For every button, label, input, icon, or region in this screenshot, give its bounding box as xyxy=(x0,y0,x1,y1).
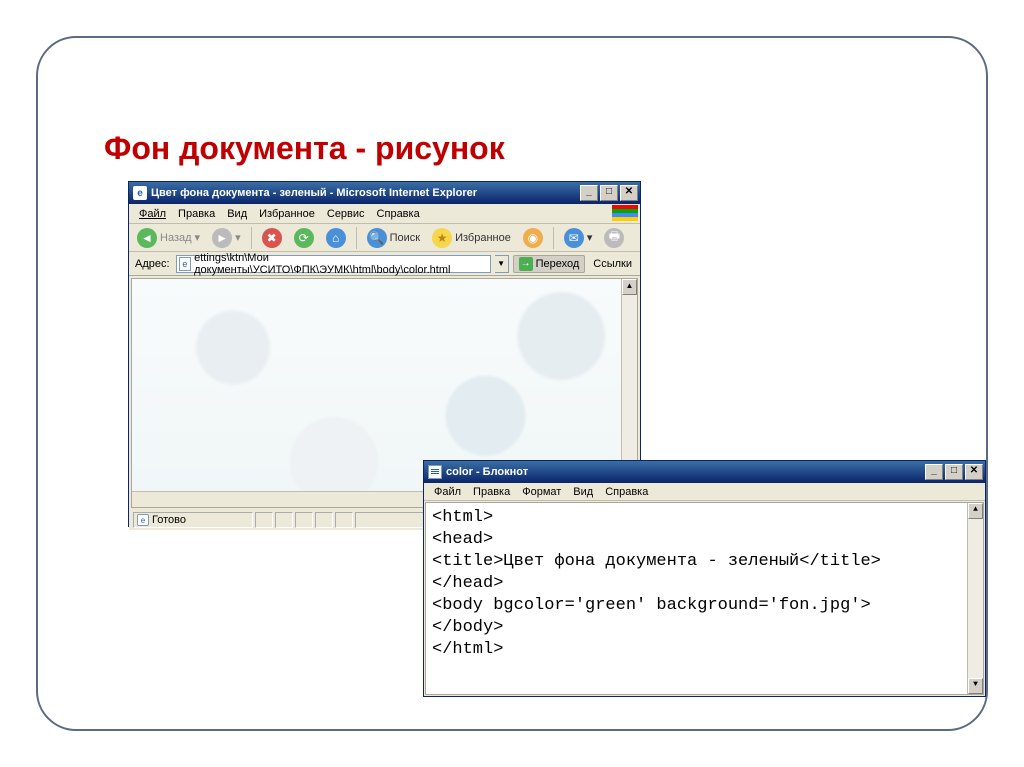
ie-title-text: Цвет фона документа - зеленый - Microsof… xyxy=(151,187,580,199)
print-button[interactable]: 🖶 xyxy=(600,226,628,250)
links-label[interactable]: Ссылки xyxy=(589,258,636,270)
favorites-button[interactable]: ★Избранное xyxy=(428,226,515,250)
ie-titlebar[interactable]: e Цвет фона документа - зеленый - Micros… xyxy=(129,182,640,204)
address-bar: Адрес: e ettings\ktn\Мои документы\УСИТО… xyxy=(129,252,640,276)
minimize-button[interactable]: _ xyxy=(925,464,943,480)
status-cell xyxy=(315,512,333,528)
windows-flag-icon xyxy=(612,205,638,221)
close-button[interactable]: ✕ xyxy=(620,185,638,201)
status-cell xyxy=(335,512,353,528)
maximize-button[interactable]: □ xyxy=(945,464,963,480)
mail-icon: ✉ xyxy=(564,228,584,248)
maximize-button[interactable]: □ xyxy=(600,185,618,201)
search-button[interactable]: 🔍Поиск xyxy=(363,226,424,250)
go-arrow-icon: → xyxy=(519,257,533,271)
notepad-menubar: Файл Правка Формат Вид Справка xyxy=(424,483,985,501)
address-label: Адрес: xyxy=(133,258,172,270)
scroll-up-icon[interactable]: ▲ xyxy=(622,279,637,295)
close-button[interactable]: ✕ xyxy=(965,464,983,480)
np-menu-file[interactable]: Файл xyxy=(428,485,467,499)
toolbar-separator xyxy=(356,227,357,249)
document-icon xyxy=(428,465,442,479)
ie-menubar: Файл Правка Вид Избранное Сервис Справка xyxy=(129,204,640,224)
menu-help[interactable]: Справка xyxy=(371,206,426,222)
np-menu-help[interactable]: Справка xyxy=(599,485,654,499)
toolbar-separator xyxy=(251,227,252,249)
home-icon: ⌂ xyxy=(326,228,346,248)
ie-page-icon: e xyxy=(179,257,192,271)
slide-title: Фон документа - рисунок xyxy=(104,130,505,167)
np-menu-format[interactable]: Формат xyxy=(516,485,567,499)
go-button[interactable]: → Переход xyxy=(513,255,586,273)
ie-toolbar: ◄Назад ▾ ► ▾ ✖ ⟳ ⌂ 🔍Поиск ★Избранное ◉ ✉… xyxy=(129,224,640,252)
notepad-text-area[interactable]: <html> <head> <title>Цвет фона документа… xyxy=(425,502,984,695)
refresh-icon: ⟳ xyxy=(294,228,314,248)
toolbar-separator xyxy=(553,227,554,249)
stop-icon: ✖ xyxy=(262,228,282,248)
status-text: Готово xyxy=(152,514,186,526)
back-icon: ◄ xyxy=(137,228,157,248)
notepad-titlebar[interactable]: color - Блокнот _ □ ✕ xyxy=(424,461,985,483)
media-icon: ◉ xyxy=(523,228,543,248)
address-value: ettings\ktn\Мои документы\УСИТО\ФПК\ЭУМК… xyxy=(194,252,487,276)
print-icon: 🖶 xyxy=(604,228,624,248)
notepad-window: color - Блокнот _ □ ✕ Файл Правка Формат… xyxy=(423,460,986,697)
notepad-code: <html> <head> <title>Цвет фона документа… xyxy=(432,508,881,659)
scroll-down-icon[interactable]: ▼ xyxy=(968,678,983,694)
forward-button[interactable]: ► ▾ xyxy=(208,226,245,250)
search-icon: 🔍 xyxy=(367,228,387,248)
refresh-button[interactable]: ⟳ xyxy=(290,226,318,250)
media-button[interactable]: ◉ xyxy=(519,226,547,250)
notepad-title-text: color - Блокнот xyxy=(446,466,925,478)
ie-status-icon: e xyxy=(137,514,149,526)
address-dropdown[interactable]: ▼ xyxy=(495,255,509,273)
menu-edit[interactable]: Правка xyxy=(172,206,221,222)
scroll-up-icon[interactable]: ▲ xyxy=(968,503,983,519)
vertical-scrollbar[interactable]: ▲▼ xyxy=(967,503,983,694)
stop-button[interactable]: ✖ xyxy=(258,226,286,250)
menu-file[interactable]: Файл xyxy=(133,206,172,222)
status-cell xyxy=(255,512,273,528)
ie-icon: e xyxy=(133,186,147,200)
star-icon: ★ xyxy=(432,228,452,248)
back-button[interactable]: ◄Назад ▾ xyxy=(133,226,204,250)
np-menu-view[interactable]: Вид xyxy=(567,485,599,499)
np-menu-edit[interactable]: Правка xyxy=(467,485,516,499)
menu-favorites[interactable]: Избранное xyxy=(253,206,321,222)
mail-button[interactable]: ✉▾ xyxy=(560,226,597,250)
menu-view[interactable]: Вид xyxy=(221,206,253,222)
menu-tools[interactable]: Сервис xyxy=(321,206,371,222)
status-text-cell: e Готово xyxy=(133,512,253,528)
status-cell xyxy=(275,512,293,528)
status-cell xyxy=(295,512,313,528)
home-button[interactable]: ⌂ xyxy=(322,226,350,250)
minimize-button[interactable]: _ xyxy=(580,185,598,201)
address-input[interactable]: e ettings\ktn\Мои документы\УСИТО\ФПК\ЭУ… xyxy=(176,255,491,273)
forward-icon: ► xyxy=(212,228,232,248)
